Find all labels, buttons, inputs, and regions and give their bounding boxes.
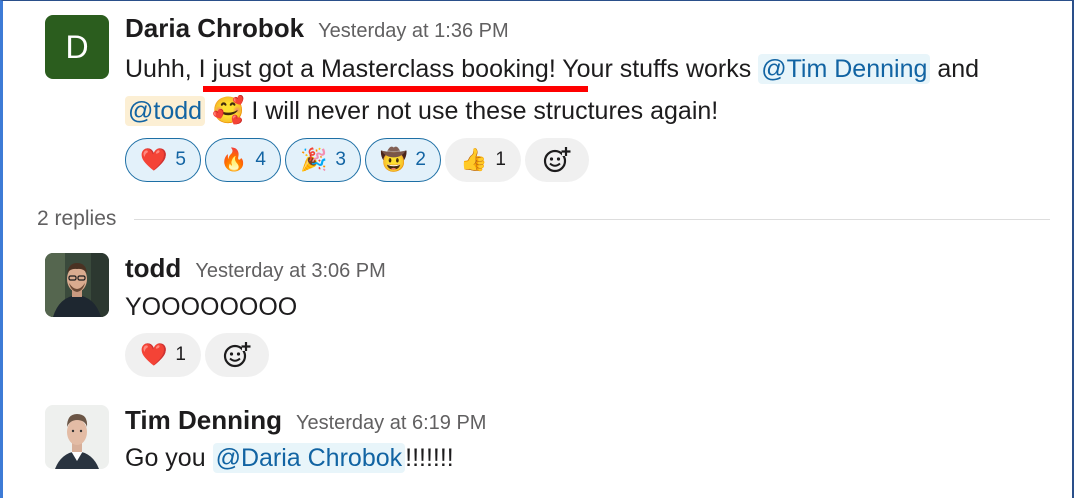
annotation-underline [203,86,588,92]
reaction-heart[interactable]: ❤️ 1 [125,333,201,377]
message-tim-denning: Tim Denning Yesterday at 6:19 PM Go you … [45,403,1072,493]
author-name[interactable]: Daria Chrobok [125,13,304,44]
tim-photo-image [45,405,109,469]
reaction-bar: ❤️ 1 [125,333,269,377]
divider-line [134,218,1050,220]
message-body-line2: @todd 🥰 I will never not use these struc… [125,90,718,132]
message-daria: D Daria Chrobok Yesterday at 1:36 PM Uuh… [45,1,1072,191]
replies-count[interactable]: 2 replies [37,207,116,231]
mention-todd[interactable]: @todd [125,96,206,126]
reaction-count: 2 [415,149,426,170]
reaction-bar: ❤️ 5 🔥 4 🎉 3 🤠 2 👍 1 [125,138,589,182]
message-todd: todd Yesterday at 3:06 PM YOOOOOOOO ❤️ 1 [45,251,1072,381]
todd-photo-image [45,253,109,317]
reaction-count: 4 [255,149,266,170]
avatar-todd[interactable] [45,253,109,317]
timestamp[interactable]: Yesterday at 6:19 PM [296,412,487,435]
smiling-hearts-emoji: 🥰 [212,95,245,125]
timestamp[interactable]: Yesterday at 3:06 PM [195,260,386,283]
reaction-cowboy[interactable]: 🤠 2 [364,138,441,182]
timestamp[interactable]: Yesterday at 1:36 PM [318,20,509,43]
message-body: Uuhh, I just got a Masterclass booking! … [125,54,980,84]
mention-daria-chrobok[interactable]: @Daria Chrobok [212,443,406,473]
party-popper-icon: 🎉 [299,147,328,172]
heart-icon: ❤️ [140,147,168,172]
mention-tim-denning[interactable]: @Tim Denning [758,54,931,84]
heart-icon: ❤️ [140,342,168,367]
reaction-count: 1 [175,344,186,365]
author-name[interactable]: Tim Denning [125,405,282,436]
add-reaction-button[interactable] [524,138,589,182]
avatar-daria[interactable]: D [45,15,109,79]
reaction-party[interactable]: 🎉 3 [284,138,361,182]
reaction-count: 5 [175,149,186,170]
add-emoji-icon [223,342,251,368]
add-reaction-button[interactable] [204,333,269,377]
reaction-fire[interactable]: 🔥 4 [204,138,281,182]
thread-replies-divider: 2 replies [37,207,1050,231]
reaction-count: 3 [335,149,346,170]
message-body: YOOOOOOOO [125,293,298,321]
fire-icon: 🔥 [219,147,248,172]
avatar-tim-denning[interactable] [45,405,109,469]
thumbs-up-icon: 👍 [459,147,488,172]
add-emoji-icon [543,147,571,173]
reaction-count: 1 [495,149,506,170]
message-body: Go you @Daria Chrobok!!!!!!! [125,443,454,473]
cowboy-icon: 🤠 [379,147,408,172]
author-name[interactable]: todd [125,253,181,284]
reaction-thumbs-up[interactable]: 👍 1 [444,138,521,182]
reaction-heart[interactable]: ❤️ 5 [125,138,201,182]
